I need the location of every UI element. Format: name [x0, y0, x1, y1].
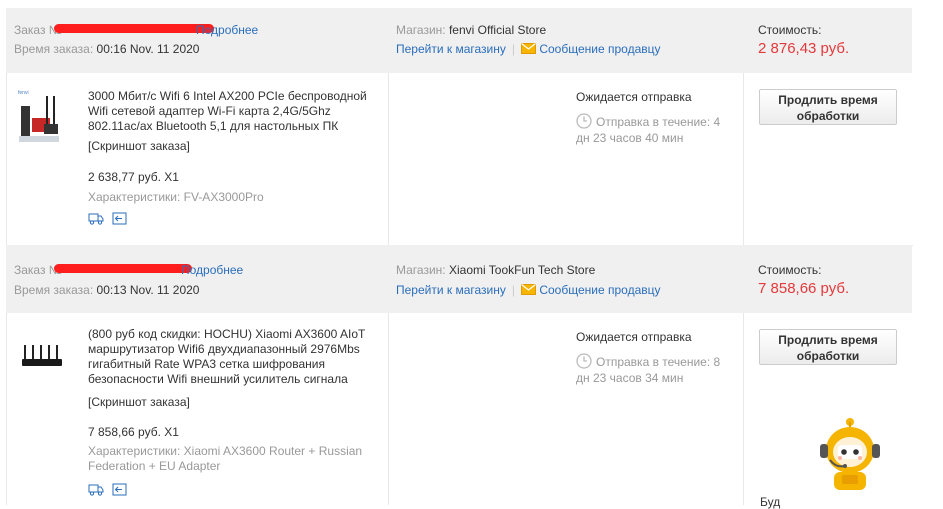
order-item: fenvi 3000 Мбит/с Wifi 6 Intel AX200 PCI… [6, 73, 913, 246]
assistant-popup-edge [915, 487, 943, 505]
column-divider [743, 313, 744, 505]
return-icon[interactable] [112, 483, 127, 499]
store-name: Xiaomi TookFun Tech Store [448, 263, 596, 277]
price-quantity: 2 638,77 руб. X1 [88, 170, 179, 184]
store-line: Магазин: fenvi Official Store [396, 23, 546, 37]
message-seller-link[interactable]: Сообщение продавцу [539, 283, 660, 297]
return-icon[interactable] [112, 212, 127, 228]
price-quantity: 7 858,66 руб. X1 [88, 425, 179, 439]
store-actions: Перейти к магазину | Сообщение продавцу [396, 283, 661, 298]
details-link[interactable]: Подробнее [181, 263, 243, 277]
product-thumbnail[interactable]: fenvi [17, 88, 62, 148]
order-header: Заказ № Подробнее Время заказа: 00:16 No… [6, 8, 912, 73]
shipping-countdown: Отправка в течение: 4 [596, 115, 721, 129]
store-label: Магазин: [396, 263, 446, 277]
assistant-mascot-icon[interactable] [816, 414, 884, 492]
order-time-value: 00:16 Nov. 11 2020 [96, 42, 200, 56]
order-item: (800 руб код скидки: HOCHU) Xiaomi AX360… [6, 313, 913, 505]
store-actions: Перейти к магазину | Сообщение продавцу [396, 42, 661, 57]
store-name: fenvi Official Store [448, 23, 547, 37]
delivery-truck-icon[interactable] [88, 212, 104, 228]
store-line: Магазин: Xiaomi TookFun Tech Store [396, 263, 595, 277]
mail-icon [521, 42, 536, 57]
shipping-countdown-rest: дн 23 часов 40 мин [576, 131, 684, 145]
shipping-countdown-rest: дн 23 часов 34 мин [576, 371, 684, 385]
product-title[interactable]: 3000 Мбит/с Wifi 6 Intel AX200 PCIe бесп… [88, 89, 380, 134]
shipping-countdown: Отправка в течение: 8 [596, 355, 721, 369]
separator: | [511, 42, 515, 56]
cost-label: Стоимость: [758, 263, 822, 277]
clock-icon [576, 113, 592, 132]
extend-processing-button[interactable]: Продлить время обработки [759, 89, 897, 125]
order-time-label: Время заказа: [14, 42, 94, 56]
order-snapshot-link[interactable]: [Скриншот заказа] [88, 139, 190, 153]
separator: | [511, 283, 515, 297]
store-label: Магазин: [396, 23, 446, 37]
redacted-order-number [54, 24, 214, 33]
order-time: Время заказа: 00:16 Nov. 11 2020 [14, 42, 199, 56]
order-header: Заказ № Подробнее Время заказа: 00:13 No… [6, 245, 912, 313]
order-status: Ожидается отправка [576, 330, 692, 344]
details-link[interactable]: Подробнее [196, 23, 258, 37]
cost-label: Стоимость: [758, 23, 822, 37]
order-time-value: 00:13 Nov. 11 2020 [96, 283, 200, 297]
goto-store-link[interactable]: Перейти к магазину [396, 42, 506, 56]
cost-value: 7 858,66 руб. [758, 280, 850, 297]
assistant-popup-text: Буд [760, 495, 781, 509]
product-title[interactable]: (800 руб код скидки: HOCHU) Xiaomi AX360… [88, 327, 380, 387]
redacted-order-number [54, 264, 192, 273]
column-divider [388, 73, 389, 245]
column-divider [388, 313, 389, 505]
product-specs: Характеристики: FV-AX3000Pro [88, 190, 264, 204]
order-time-label: Время заказа: [14, 283, 94, 297]
message-seller-link[interactable]: Сообщение продавцу [539, 42, 660, 56]
cost-value: 2 876,43 руб. [758, 40, 850, 57]
column-divider [743, 73, 744, 245]
order-snapshot-link[interactable]: [Скриншот заказа] [88, 395, 190, 409]
extend-processing-button[interactable]: Продлить время обработки [759, 329, 897, 365]
mail-icon [521, 283, 536, 298]
delivery-truck-icon[interactable] [88, 483, 104, 499]
product-specs: Характеристики: Xiaomi AX3600 Router + R… [88, 444, 363, 473]
clock-icon [576, 353, 592, 372]
order-time: Время заказа: 00:13 Nov. 11 2020 [14, 283, 199, 297]
svg-text:fenvi: fenvi [18, 90, 29, 96]
order-status: Ожидается отправка [576, 90, 692, 104]
goto-store-link[interactable]: Перейти к магазину [396, 283, 506, 297]
product-thumbnail[interactable] [21, 341, 63, 371]
